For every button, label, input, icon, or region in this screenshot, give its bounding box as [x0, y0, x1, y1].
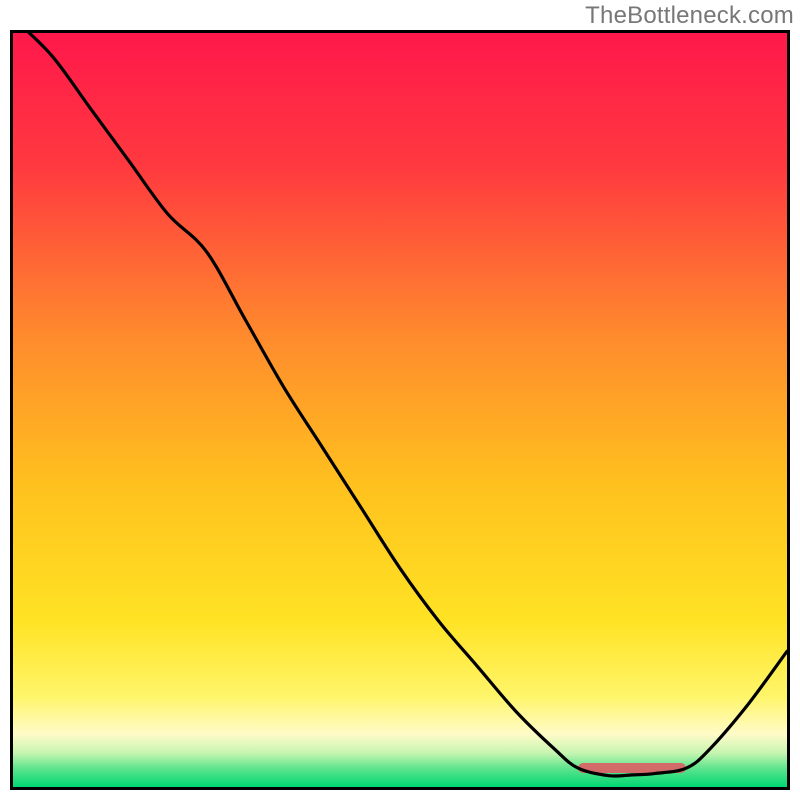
- plot-area: [10, 30, 790, 790]
- chart-stage: TheBottleneck.com: [0, 0, 800, 800]
- watermark-text: TheBottleneck.com: [585, 2, 794, 30]
- bottleneck-curve: [13, 33, 787, 787]
- curve-path: [13, 33, 787, 776]
